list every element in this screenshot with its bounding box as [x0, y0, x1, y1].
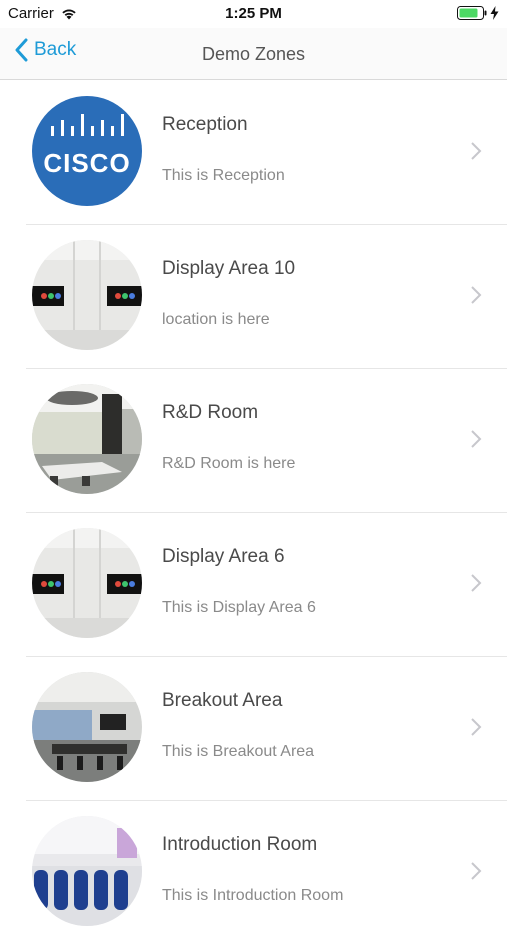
- zone-title: Breakout Area: [162, 690, 283, 711]
- zone-title: Display Area 10: [162, 258, 296, 279]
- page-title: Demo Zones: [201, 44, 306, 64]
- display-area-thumbnail: [32, 240, 142, 350]
- zone-subtitle: This is Introduction Room: [162, 887, 344, 904]
- zone-subtitle: R&D Room is here: [162, 455, 296, 472]
- display-area-thumbnail: [32, 528, 142, 638]
- chevron-right-icon: [471, 574, 482, 592]
- chevron-right-icon: [471, 286, 482, 304]
- zone-subtitle: This is Breakout Area: [162, 743, 315, 760]
- cisco-logo-thumbnail: CISCO: [32, 96, 142, 206]
- zone-row-rnd-room[interactable]: R&D Room R&D Room is here: [0, 368, 507, 512]
- battery-indicator: [457, 6, 499, 20]
- zone-subtitle: location is here: [162, 311, 270, 328]
- breakout-area-thumbnail: [32, 672, 142, 782]
- navigation-bar: Back Demo Zones: [0, 28, 507, 80]
- rnd-room-thumbnail: [32, 384, 142, 494]
- chevron-right-icon: [471, 142, 482, 160]
- svg-text:CISCO: CISCO: [43, 148, 130, 178]
- zone-title: R&D Room: [162, 402, 259, 423]
- zone-title: Introduction Room: [162, 834, 318, 855]
- zone-row-display-area-10[interactable]: Display Area 10 location is here: [0, 224, 507, 368]
- clock: 1:25 PM: [225, 5, 282, 22]
- zone-title: Reception: [162, 114, 248, 135]
- zone-title: Display Area 6: [162, 546, 285, 567]
- charging-bolt-icon: [490, 6, 499, 20]
- battery-icon: [457, 6, 487, 20]
- zone-row-reception[interactable]: CISCO Reception This is Reception: [0, 80, 507, 224]
- status-bar: Carrier 1:25 PM: [0, 0, 507, 28]
- zone-subtitle: This is Reception: [162, 167, 285, 184]
- zone-list: CISCO Reception This is Reception Displa…: [0, 80, 507, 944]
- zone-subtitle: This is Display Area 6: [162, 599, 316, 616]
- chevron-right-icon: [471, 718, 482, 736]
- chevron-right-icon: [471, 862, 482, 880]
- zone-row-breakout-area[interactable]: Breakout Area This is Breakout Area: [0, 656, 507, 800]
- introduction-room-thumbnail: [32, 816, 142, 926]
- zone-row-introduction-room[interactable]: Introduction Room This is Introduction R…: [0, 800, 507, 944]
- chevron-right-icon: [471, 430, 482, 448]
- zone-row-display-area-6[interactable]: Display Area 6 This is Display Area 6: [0, 512, 507, 656]
